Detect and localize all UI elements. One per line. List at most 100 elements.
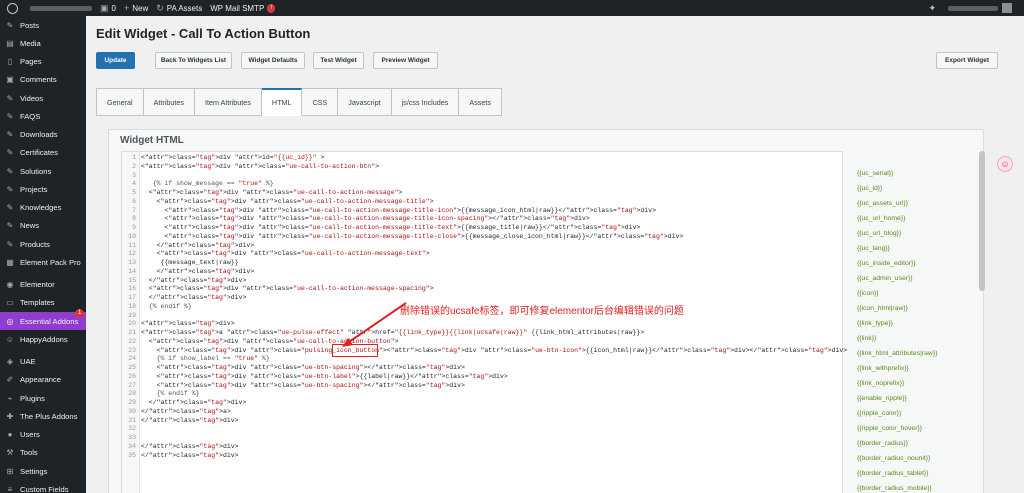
comments-link[interactable]: ▣ 0 — [96, 0, 120, 16]
code-line[interactable]: 26 <"attr">class="tag">div "attr">class=… — [122, 373, 822, 382]
code-line[interactable]: 1 <"attr">class="tag">div "attr">id="{{uc… — [122, 154, 822, 163]
wordpress-logo-icon[interactable] — [0, 0, 26, 16]
placeholder-item[interactable]: {{enable_ripple}} — [857, 391, 967, 406]
menu-item-plugins[interactable]: ⌁ Plugins — [0, 389, 86, 407]
placeholder-scrollbar[interactable] — [979, 151, 985, 291]
menu-item-users[interactable]: ● Users — [0, 426, 86, 444]
code-line[interactable]: 11 </"attr">class="tag">div> — [122, 242, 822, 251]
code-line[interactable]: 4 {% if show_message == "true" %} — [122, 180, 822, 189]
code-line[interactable]: 34 </"attr">class="tag">div> — [122, 443, 822, 452]
tab-item-attributes[interactable]: Item Attributes — [194, 88, 262, 116]
menu-item-comments[interactable]: ▣ Comments — [0, 71, 86, 89]
code-line[interactable]: 15 </"attr">class="tag">div> — [122, 277, 822, 286]
menu-item-the-plus-addons[interactable]: ✚ The Plus Addons — [0, 407, 86, 425]
placeholder-item[interactable]: {{link_html_attributes|raw}} — [857, 346, 967, 361]
code-line[interactable]: 3 — [122, 172, 822, 181]
tab-attributes[interactable]: Attributes — [143, 88, 195, 116]
placeholder-item[interactable]: {{uc_url_blog}} — [857, 226, 967, 241]
menu-item-happyaddons[interactable]: ☺ HappyAddons — [0, 330, 86, 348]
menu-item-custom-fields[interactable]: ≡ Custom Fields — [0, 480, 86, 493]
code-line[interactable]: 25 <"attr">class="tag">div "attr">class=… — [122, 364, 822, 373]
code-line[interactable]: 16 <"attr">class="tag">div "attr">class=… — [122, 285, 822, 294]
code-line[interactable]: 14 </"attr">class="tag">div> — [122, 268, 822, 277]
menu-item-certificates[interactable]: ✎ Certificates — [0, 144, 86, 162]
code-line[interactable]: 5 <"attr">class="tag">div "attr">class="… — [122, 189, 822, 198]
menu-item-videos[interactable]: ✎ Videos — [0, 89, 86, 107]
placeholder-item[interactable]: {{icon_html|raw}} — [857, 301, 967, 316]
floating-helper-icon[interactable]: ☺ — [997, 156, 1013, 172]
code-line[interactable]: 23 <"attr">class="tag">div "attr">class=… — [122, 347, 847, 356]
export-widget-button[interactable]: Export Widget — [936, 52, 998, 69]
menu-item-element-pack-pro[interactable]: ▦ Element Pack Pro — [0, 253, 86, 271]
placeholder-item[interactable]: {{uc_url_home}} — [857, 211, 967, 226]
pa-assets-link[interactable]: ↻ PA Assets — [152, 0, 206, 16]
placeholder-item[interactable]: {{uc_assets_url}} — [857, 196, 967, 211]
menu-item-elementor[interactable]: ◉ Elementor — [0, 276, 86, 294]
tab-javascript[interactable]: Javascript — [338, 88, 392, 116]
placeholder-item[interactable]: {{icon}} — [857, 286, 967, 301]
code-line[interactable]: 22 <"attr">class="tag">div "attr">class=… — [122, 338, 822, 347]
tab-html[interactable]: HTML — [261, 88, 303, 116]
preview-widget-button[interactable]: Preview Widget — [373, 52, 438, 69]
placeholder-item[interactable]: {{link_withprefix}} — [857, 361, 967, 376]
user-account-link[interactable] — [944, 0, 1016, 16]
placeholder-item[interactable]: {{border_radius_nounit}} — [857, 451, 967, 466]
widget-defaults-button[interactable]: Widget Defaults — [241, 52, 305, 69]
placeholder-item[interactable]: {{ripple_color_hover}} — [857, 421, 967, 436]
menu-item-products[interactable]: ✎ Products — [0, 235, 86, 253]
wp-mail-smtp-link[interactable]: WP Mail SMTP! — [206, 0, 279, 16]
code-line[interactable]: 29 </"attr">class="tag">div> — [122, 399, 822, 408]
menu-item-tools[interactable]: ⚒ Tools — [0, 444, 86, 462]
menu-item-news[interactable]: ✎ News — [0, 217, 86, 235]
code-line[interactable]: 24 {% if show_label == "true" %} — [122, 355, 822, 364]
menu-item-uae[interactable]: ◈ UAE — [0, 353, 86, 371]
code-line[interactable]: 9 <"attr">class="tag">div "attr">class="… — [122, 224, 822, 233]
code-line[interactable]: 13 {{message_text|raw}} — [122, 259, 822, 268]
placeholder-item[interactable]: {{border_radius_tablet}} — [857, 466, 967, 481]
tab-general[interactable]: General — [97, 88, 144, 116]
code-line[interactable]: 32 — [122, 425, 822, 434]
menu-item-essential-addons[interactable]: ◎ Essential Addons 1 — [0, 309, 86, 331]
update-button[interactable]: Update — [96, 52, 135, 69]
tab-assets[interactable]: Assets — [459, 88, 502, 116]
menu-item-templates[interactable]: ▭ Templates — [0, 294, 86, 312]
placeholder-item[interactable]: {{uc_inside_editor}} — [857, 256, 967, 271]
code-line[interactable]: 27 <"attr">class="tag">div "attr">class=… — [122, 382, 822, 391]
code-line[interactable]: 6 <"attr">class="tag">div "attr">class="… — [122, 198, 822, 207]
placeholder-item[interactable]: {{link_type}} — [857, 316, 967, 331]
placeholder-item[interactable]: {{uc_serial}} — [857, 166, 967, 181]
code-line[interactable]: 12 <"attr">class="tag">div "attr">class=… — [122, 250, 822, 259]
new-content-link[interactable]: + New — [120, 0, 152, 16]
menu-item-knowledges[interactable]: ✎ Knowledges — [0, 199, 86, 217]
code-line[interactable]: 10 <"attr">class="tag">div "attr">class=… — [122, 233, 822, 242]
menu-item-solutions[interactable]: ✎ Solutions — [0, 162, 86, 180]
tab-js-css-includes[interactable]: js/css Includes — [391, 88, 460, 116]
site-name[interactable] — [26, 0, 96, 16]
menu-item-pages[interactable]: ▯ Pages — [0, 53, 86, 71]
code-line[interactable]: 30 </"attr">class="tag">a> — [122, 408, 822, 417]
menu-item-downloads[interactable]: ✎ Downloads — [0, 126, 86, 144]
code-line[interactable]: 7 <"attr">class="tag">div "attr">class="… — [122, 207, 822, 216]
menu-item-settings[interactable]: ⊞ Settings — [0, 462, 86, 480]
test-widget-button[interactable]: Test Widget — [313, 52, 364, 69]
back-to-widgets-button[interactable]: Back To Widgets List — [155, 52, 232, 69]
placeholder-item[interactable]: {{uc_id}} — [857, 181, 967, 196]
code-line[interactable]: 31 </"attr">class="tag">div> — [122, 417, 822, 426]
placeholder-item[interactable]: {{ripple_color}} — [857, 406, 967, 421]
menu-item-appearance[interactable]: ✐ Appearance — [0, 371, 86, 389]
placeholder-item[interactable]: {{link_noprefix}} — [857, 376, 967, 391]
placeholder-item[interactable]: {{uc_lang}} — [857, 241, 967, 256]
code-line[interactable]: 2 <"attr">class="tag">div "attr">class="u… — [122, 163, 822, 172]
code-line[interactable]: 21 <"attr">class="tag">a "attr">class="ue… — [122, 329, 822, 338]
placeholder-item[interactable]: {{border_radius_mobile}} — [857, 481, 967, 493]
placeholder-item[interactable]: {{link}} — [857, 331, 967, 346]
menu-item-posts[interactable]: ✎ Posts — [0, 16, 86, 34]
sparkle-icon[interactable]: ✦ — [928, 3, 936, 14]
code-line[interactable]: 33 — [122, 434, 822, 443]
tab-css[interactable]: CSS — [302, 88, 339, 116]
placeholder-item[interactable]: {{border_radius}} — [857, 436, 967, 451]
code-line[interactable]: 8 <"attr">class="tag">div "attr">class="… — [122, 215, 822, 224]
code-line[interactable]: 35 </"attr">class="tag">div> — [122, 452, 822, 461]
menu-item-media[interactable]: ▤ Media — [0, 34, 86, 52]
code-line[interactable]: 28 {% endif %} — [122, 390, 822, 399]
